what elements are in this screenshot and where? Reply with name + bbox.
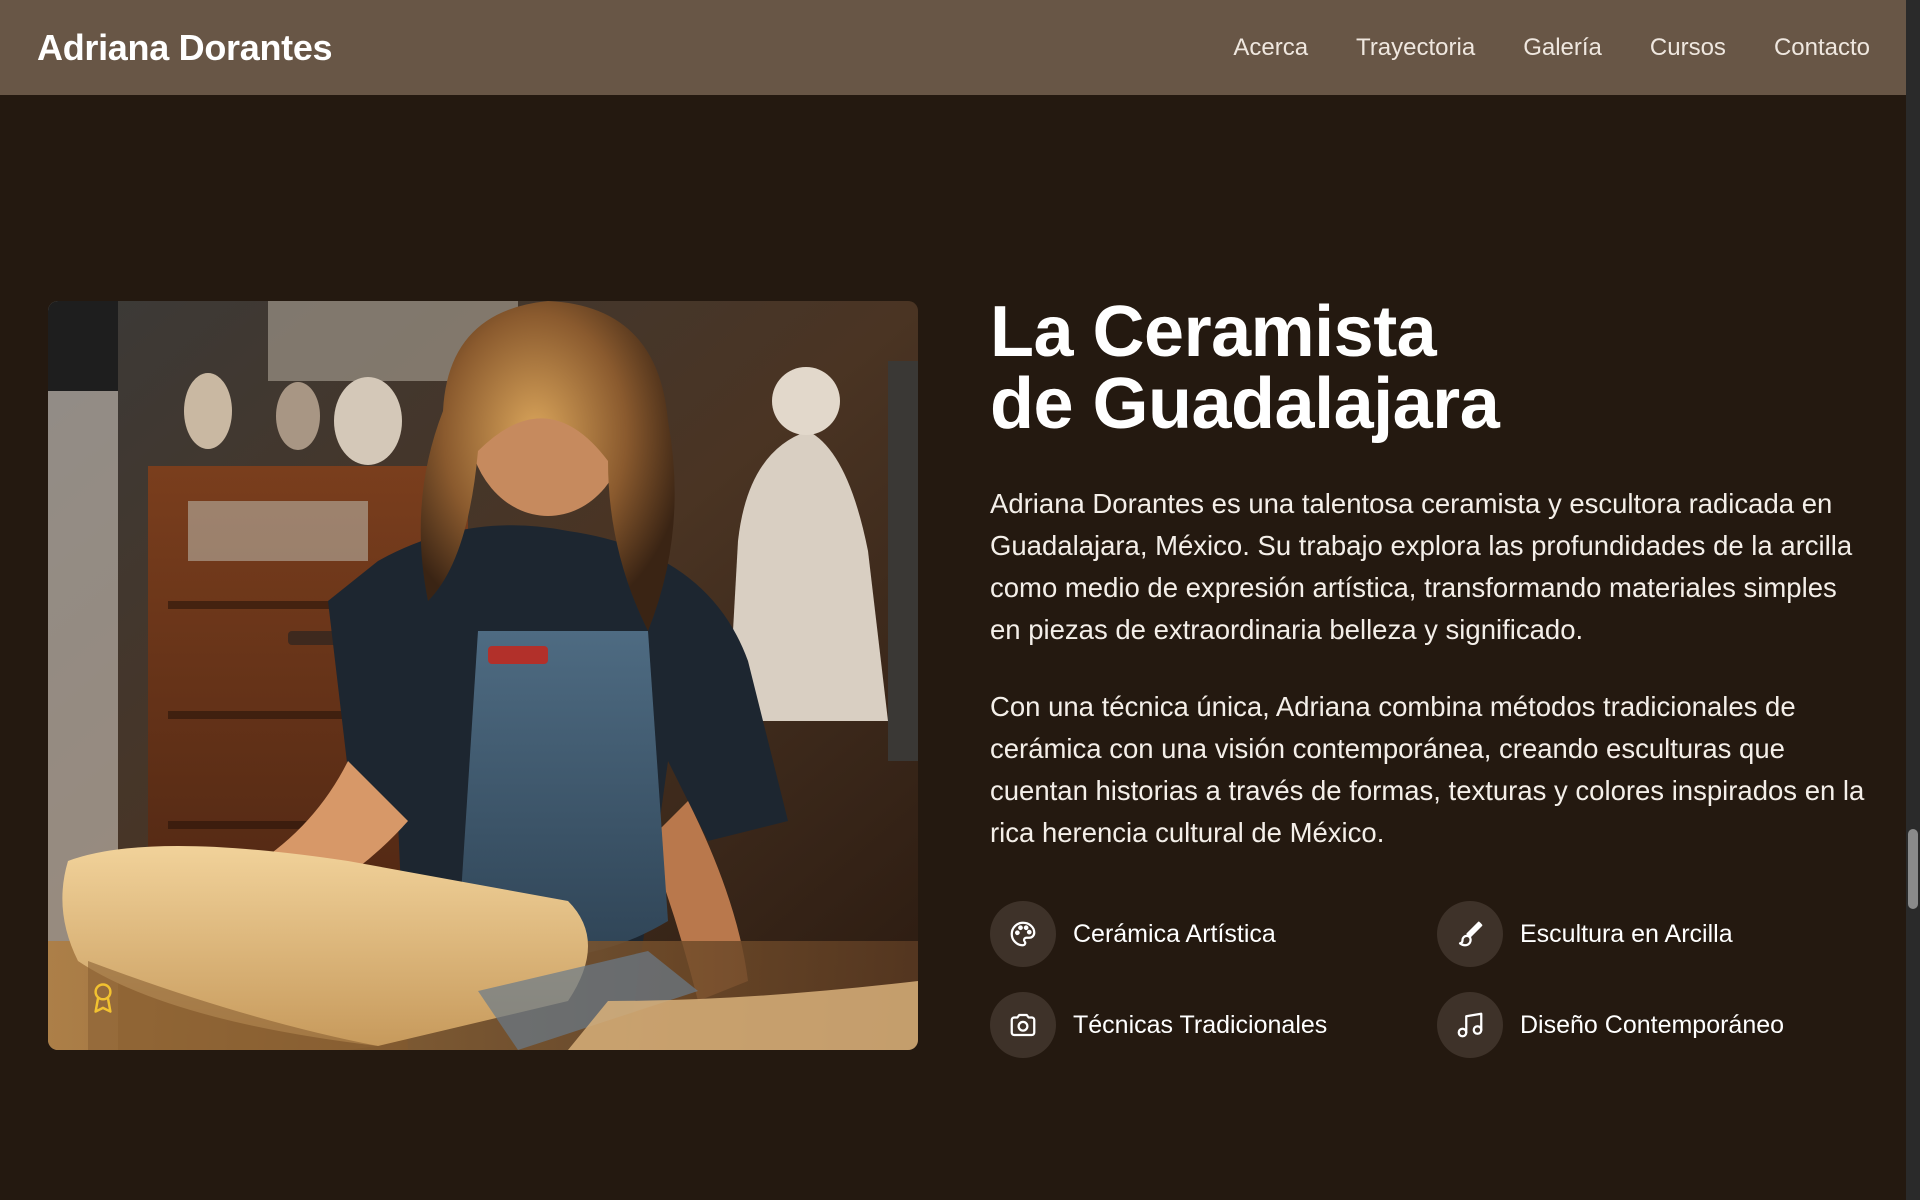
- nav-link-cursos[interactable]: Cursos: [1650, 34, 1726, 62]
- nav-link-galeria[interactable]: Galería: [1523, 34, 1602, 62]
- feature-label: Cerámica Artística: [1073, 919, 1276, 948]
- feature-label: Diseño Contemporáneo: [1520, 1010, 1785, 1039]
- page-title: La Ceramista de Guadalajara: [990, 296, 1870, 440]
- feature-item-escultura: Escultura en Arcilla: [1437, 901, 1877, 967]
- scrollbar-thumb[interactable]: [1908, 829, 1918, 909]
- about-paragraph-2: Con una técnica única, Adriana combina m…: [990, 691, 1865, 848]
- nav-link-contacto[interactable]: Contacto: [1774, 34, 1870, 62]
- artist-photo-illustration: [48, 301, 918, 1050]
- about-section: La Ceramista de Guadalajara Adriana Dora…: [990, 296, 1870, 1058]
- music-icon: [1437, 992, 1503, 1058]
- feature-label: Escultura en Arcilla: [1520, 919, 1733, 948]
- feature-list: Cerámica Artística Escultura en Arcilla: [990, 901, 1870, 1058]
- title-line-2: de Guadalajara: [990, 364, 1500, 444]
- brush-icon: [1437, 901, 1503, 967]
- palette-icon: [990, 901, 1056, 967]
- title-line-1: La Ceramista: [990, 292, 1437, 372]
- site-header: Adriana Dorantes Acerca Trayectoria Gale…: [0, 0, 1906, 95]
- scrollbar[interactable]: [1906, 0, 1920, 1200]
- brand-logo-link[interactable]: Adriana Dorantes: [37, 27, 333, 69]
- nav-link-trayectoria[interactable]: Trayectoria: [1356, 34, 1475, 62]
- feature-item-ceramica: Cerámica Artística: [990, 901, 1437, 967]
- page: Adriana Dorantes Acerca Trayectoria Gale…: [0, 0, 1920, 1200]
- nav-link-acerca[interactable]: Acerca: [1233, 34, 1308, 62]
- feature-item-diseno: Diseño Contemporáneo: [1437, 992, 1877, 1058]
- award-icon: [94, 983, 112, 1013]
- feature-item-tecnicas: Técnicas Tradicionales: [990, 992, 1437, 1058]
- about-paragraph-1: Adriana Dorantes es una talentosa cerami…: [990, 488, 1853, 645]
- feature-label: Técnicas Tradicionales: [1073, 1010, 1328, 1039]
- main-nav: Acerca Trayectoria Galería Cursos Contac…: [1233, 34, 1870, 62]
- artist-photo: [48, 301, 918, 1050]
- camera-icon: [990, 992, 1056, 1058]
